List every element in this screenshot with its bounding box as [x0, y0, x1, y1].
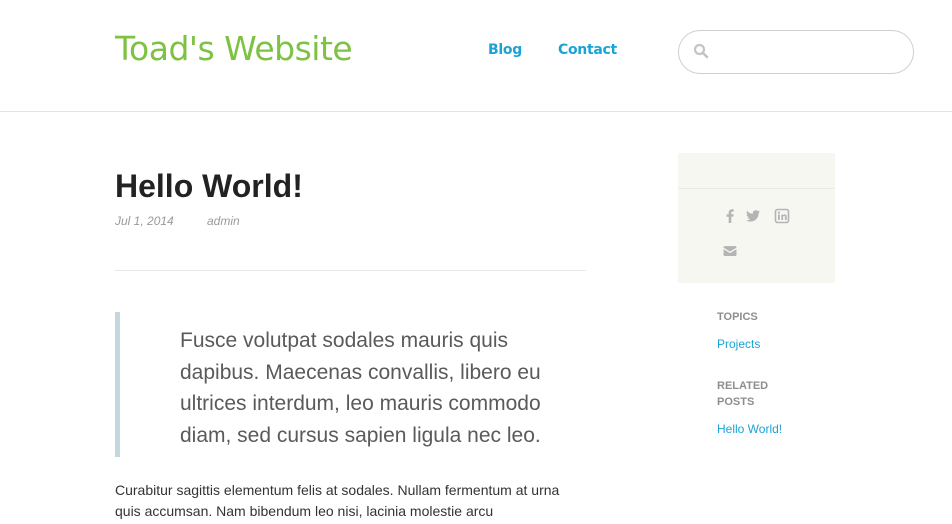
share-box: [678, 153, 835, 283]
page: Toad's Website Blog Contact Hello World!…: [0, 0, 952, 524]
search-box[interactable]: [678, 30, 914, 74]
linkedin-icon[interactable]: [774, 208, 790, 224]
topic-link-projects[interactable]: Projects: [717, 337, 760, 351]
share-box-divider: [678, 188, 835, 189]
site-header: Toad's Website Blog Contact: [0, 0, 952, 112]
related-posts-heading: RELATED POSTS: [717, 380, 769, 408]
nav-link-contact[interactable]: Contact: [558, 42, 617, 58]
blockquote-text: Fusce volutpat sodales mauris quis dapib…: [180, 329, 541, 447]
nav-link-blog[interactable]: Blog: [488, 42, 522, 58]
related-post-link[interactable]: Hello World!: [717, 422, 782, 436]
post-date: Jul 1, 2014: [115, 214, 174, 228]
twitter-icon[interactable]: [745, 208, 761, 224]
post-blockquote: Fusce volutpat sodales mauris quis dapib…: [115, 312, 575, 457]
post-divider: [115, 270, 586, 271]
post-body-text: Curabitur sagittis elementum felis at so…: [115, 482, 560, 519]
topics-heading: TOPICS: [717, 311, 758, 323]
search-icon: [693, 43, 709, 59]
facebook-icon[interactable]: [722, 208, 738, 224]
post-title: Hello World!: [115, 168, 303, 204]
search-input[interactable]: [719, 39, 903, 67]
email-icon[interactable]: [722, 243, 738, 259]
post-author-link[interactable]: admin: [207, 214, 240, 228]
site-title[interactable]: Toad's Website: [115, 29, 353, 68]
